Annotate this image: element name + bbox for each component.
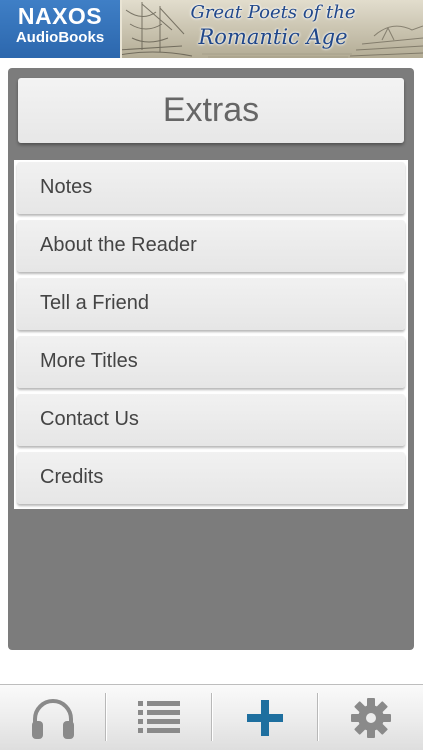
book-title: Great Poets of the Romantic Age — [188, 2, 358, 50]
list-icon — [137, 700, 180, 733]
page-title: Extras — [162, 91, 260, 129]
menu-item-label: More Titles — [40, 350, 138, 372]
menu-item-label: Notes — [40, 176, 93, 198]
naxos-logo: NAXOS AudioBooks — [0, 0, 122, 58]
tab-settings[interactable] — [318, 685, 423, 750]
menu-item-contact-us[interactable]: Contact Us — [17, 394, 405, 446]
gear-icon — [350, 697, 391, 738]
headphones-icon — [31, 698, 74, 739]
extras-panel: Extras Notes About the Reader Tell a Fri… — [8, 68, 414, 650]
app-banner: NAXOS AudioBooks Great Poets of the Roma… — [0, 0, 423, 58]
logo-brand-text: NAXOS — [17, 3, 103, 29]
page-header: Extras — [18, 78, 404, 143]
menu-item-label: Credits — [40, 466, 104, 488]
menu-item-tell-a-friend[interactable]: Tell a Friend — [17, 278, 405, 330]
menu-item-notes[interactable]: Notes — [17, 162, 405, 214]
menu-item-label: Contact Us — [40, 408, 139, 430]
extras-menu-list: Notes About the Reader Tell a Friend Mor… — [14, 160, 408, 509]
logo-sub-text: AudioBooks — [15, 29, 105, 46]
menu-item-more-titles[interactable]: More Titles — [17, 336, 405, 388]
book-title-line2: Romantic Age — [198, 25, 348, 49]
bottom-tab-bar — [0, 684, 423, 750]
plus-icon — [246, 699, 283, 736]
tab-player[interactable] — [0, 685, 105, 750]
menu-item-credits[interactable]: Credits — [17, 452, 405, 504]
tab-chapters[interactable] — [106, 685, 211, 750]
menu-item-about-the-reader[interactable]: About the Reader — [17, 220, 405, 272]
tab-extras[interactable] — [212, 685, 317, 750]
menu-item-label: Tell a Friend — [40, 292, 149, 314]
menu-item-label: About the Reader — [40, 234, 197, 256]
book-title-line1: Great Poets of the — [190, 2, 356, 23]
